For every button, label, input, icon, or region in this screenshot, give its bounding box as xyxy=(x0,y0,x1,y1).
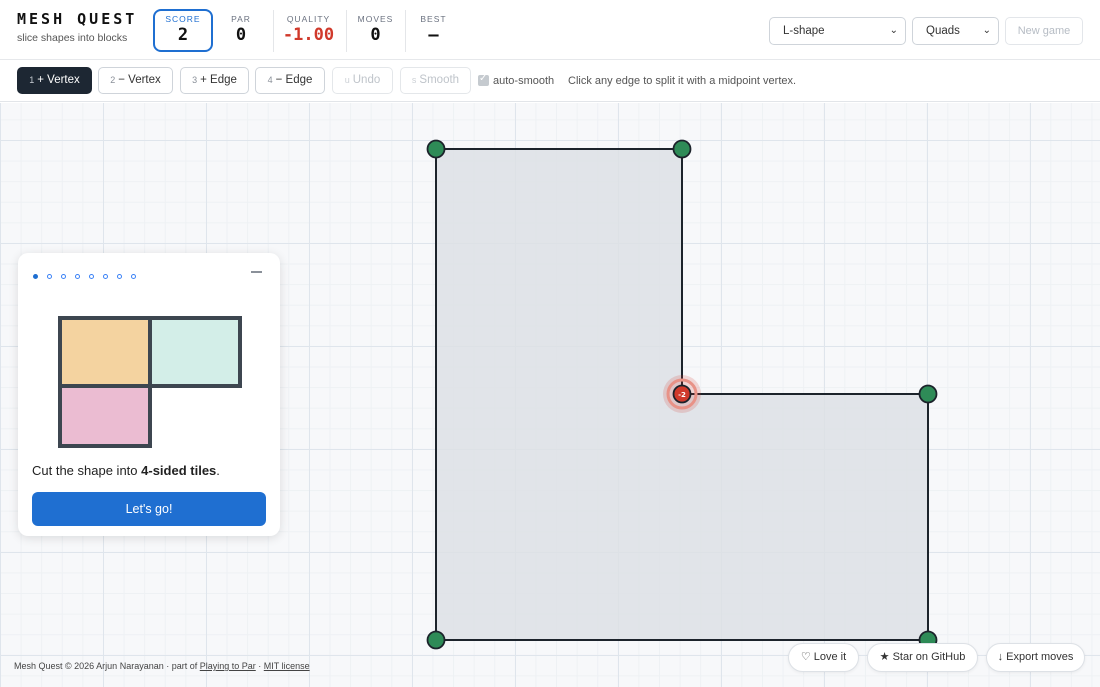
shortcut-key: 1 xyxy=(29,75,35,85)
moves-label: MOVES xyxy=(357,14,394,24)
mode-select-value: Quads xyxy=(926,25,960,37)
new-game-button[interactable]: New game xyxy=(1005,17,1083,45)
score-value: 2 xyxy=(177,25,189,45)
add-vertex-button[interactable]: 1 + Vertex xyxy=(17,67,92,94)
shortcut-key: 2 xyxy=(110,75,116,85)
love-it-button[interactable]: ♡ Love it xyxy=(788,643,859,672)
tutorial-instruction: Cut the shape into 4-sided tiles. xyxy=(32,463,220,478)
par-label: PAR xyxy=(231,14,251,24)
step-dot[interactable] xyxy=(47,274,52,280)
instruction-emphasis: 4-sided tiles xyxy=(141,463,217,478)
vertex-v3[interactable] xyxy=(918,384,938,404)
quad-tiles-illustration xyxy=(58,316,242,448)
mit-license-link[interactable]: MIT license xyxy=(264,661,310,671)
quality-label: QUALITY xyxy=(286,14,331,24)
auto-smooth-label: auto-smooth xyxy=(493,75,555,87)
tutorial-card: Cut the shape into 4-sided tiles. Let's … xyxy=(18,253,280,536)
vertex-v1[interactable] xyxy=(672,139,692,159)
step-dot[interactable] xyxy=(75,274,80,280)
chevron-down-icon: ⌄ xyxy=(889,25,898,36)
par-stat: PAR 0 xyxy=(222,10,260,52)
chevron-down-icon: ⌄ xyxy=(982,25,991,36)
step-dot[interactable] xyxy=(103,274,108,280)
top-bar: MESH QUEST slice shapes into blocks SCOR… xyxy=(0,0,1100,60)
shortcut-key: 3 xyxy=(192,75,198,85)
shortcut-key: u xyxy=(344,75,350,85)
moves-stat: MOVES 0 xyxy=(346,10,404,52)
app-title: MESH QUEST xyxy=(17,10,138,28)
quality-stat: QUALITY -1.00 xyxy=(273,10,343,52)
undo-button[interactable]: u Undo xyxy=(332,67,393,94)
auto-smooth-checkbox[interactable] xyxy=(478,73,489,86)
step-indicator xyxy=(33,268,145,286)
quality-value: -1.00 xyxy=(282,25,335,45)
vertex-v5[interactable] xyxy=(426,630,446,650)
tool-bar: 1 + Vertex 2− Vertex 3 + Edge 4− Edge u Und… xyxy=(0,60,1100,102)
smooth-button[interactable]: s Smooth xyxy=(400,67,471,94)
auto-smooth-toggle[interactable]: auto-smooth xyxy=(478,73,555,87)
footer-credits: Mesh Quest © 2026 Arjun Narayanan · part… xyxy=(14,661,310,671)
shape-select-value: L-shape xyxy=(783,25,825,37)
brand: MESH QUEST slice shapes into blocks xyxy=(17,10,137,44)
vertex-v2-bad[interactable]: -2 xyxy=(663,375,701,413)
shape-select[interactable]: L-shape ⌄ xyxy=(769,17,906,45)
moves-value: 0 xyxy=(370,25,381,45)
tool-label: − Vertex xyxy=(118,74,161,86)
vertex-v0[interactable] xyxy=(426,139,446,159)
playing-to-par-link[interactable]: Playing to Par xyxy=(200,661,256,671)
footer-text: Mesh Quest © 2026 Arjun Narayanan · part… xyxy=(14,661,200,671)
minimize-icon[interactable] xyxy=(251,271,262,273)
step-dot[interactable] xyxy=(117,274,122,280)
step-dot[interactable] xyxy=(131,274,136,280)
tool-label: + Vertex xyxy=(37,74,80,86)
shortcut-key: s xyxy=(411,75,417,85)
app-subtitle: slice shapes into blocks xyxy=(17,32,128,44)
best-label: BEST xyxy=(420,14,447,24)
instruction-end: . xyxy=(216,463,220,478)
instruction-text: Cut the shape into xyxy=(32,463,142,478)
step-dot[interactable] xyxy=(33,274,38,280)
tool-label: Smooth xyxy=(419,74,460,86)
best-stat: BEST – xyxy=(405,10,461,52)
add-edge-button[interactable]: 3 + Edge xyxy=(180,67,249,94)
footer-separator: · xyxy=(255,661,264,671)
remove-edge-button[interactable]: 4− Edge xyxy=(255,67,325,94)
tool-hint: Click any edge to split it with a midpoi… xyxy=(568,75,797,87)
export-moves-button[interactable]: ↓ Export moves xyxy=(986,643,1085,672)
tool-label: + Edge xyxy=(200,74,237,86)
par-value: 0 xyxy=(235,25,247,45)
step-dot[interactable] xyxy=(61,274,66,280)
remove-vertex-button[interactable]: 2− Vertex xyxy=(98,67,173,94)
step-dot[interactable] xyxy=(89,274,94,280)
lets-go-button[interactable]: Let's go! xyxy=(32,492,266,526)
best-value: – xyxy=(428,25,439,45)
mode-select[interactable]: Quads ⌄ xyxy=(912,17,999,45)
vertex-badge: -2 xyxy=(678,391,686,399)
star-on-github-button[interactable]: ★ Star on GitHub xyxy=(867,643,978,672)
shortcut-key: 4 xyxy=(267,75,273,85)
tool-label: − Edge xyxy=(275,74,313,86)
score-stat: SCORE 2 xyxy=(153,9,213,52)
score-label: SCORE xyxy=(165,14,201,24)
tool-label: Undo xyxy=(352,74,381,86)
